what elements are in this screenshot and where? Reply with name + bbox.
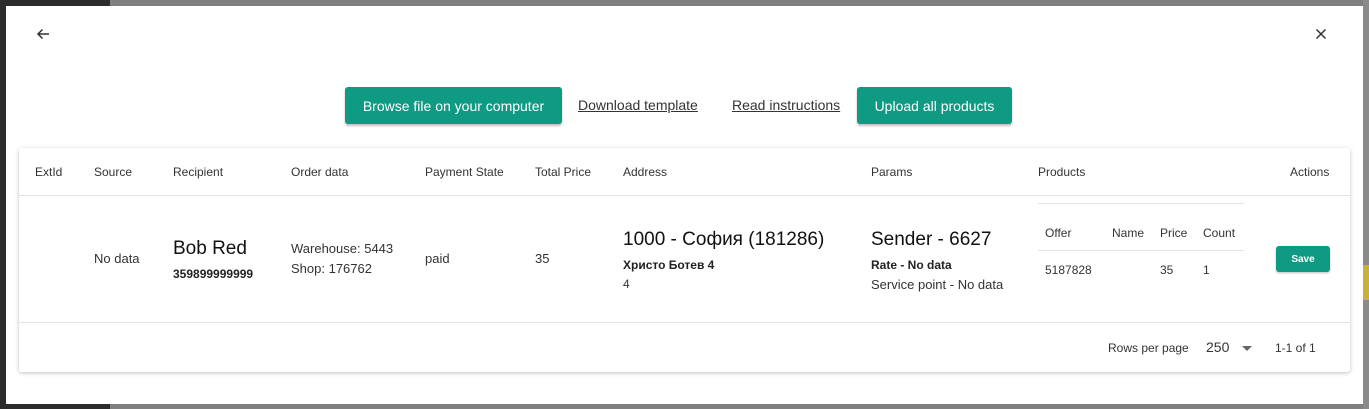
arrow-left-icon [36, 28, 49, 40]
close-button[interactable] [1307, 20, 1335, 48]
address-number: 4 [623, 277, 630, 291]
header-address: Address [623, 165, 668, 179]
save-button[interactable]: Save [1276, 246, 1330, 272]
header-divider [19, 195, 1350, 196]
import-dialog: Browse file on your computer Download te… [6, 6, 1363, 404]
header-extid: ExtId [35, 165, 63, 179]
products-top-divider [1038, 203, 1244, 204]
address-street: Христо Ботев 4 [623, 258, 715, 272]
products-header-price: Price [1160, 226, 1188, 240]
product-price: 35 [1160, 263, 1174, 277]
address-city: 1000 - София (181286) [623, 229, 825, 250]
products-header-count: Count [1203, 226, 1236, 240]
header-order-data: Order data [291, 165, 349, 179]
cell-payment-state: paid [425, 251, 450, 266]
pagination-range: 1-1 of 1 [1275, 341, 1316, 355]
cell-total-price: 35 [535, 251, 550, 266]
back-button[interactable] [29, 20, 57, 48]
products-header-divider [1038, 250, 1244, 251]
products-header-offer: Offer [1045, 226, 1072, 240]
recipient-phone: 359899999999 [173, 267, 254, 281]
background-accent [1363, 265, 1369, 300]
header-total-price: Total Price [535, 165, 592, 179]
browse-file-button[interactable]: Browse file on your computer [345, 87, 562, 124]
header-actions: Actions [1290, 165, 1330, 179]
cell-source: No data [94, 251, 140, 266]
orders-table: ExtId Source Recipient Order data Paymen… [19, 148, 1350, 372]
order-shop: Shop: 176762 [291, 261, 372, 276]
caret-down-icon [1242, 346, 1252, 351]
header-source: Source [94, 165, 133, 179]
recipient-name: Bob Red [173, 238, 247, 259]
read-instructions-link[interactable]: Read instructions [732, 97, 840, 113]
footer-divider [19, 322, 1350, 323]
params-rate: Rate - No data [871, 258, 952, 272]
rows-per-page-select[interactable]: 250 [1204, 336, 1256, 360]
download-template-link[interactable]: Download template [578, 97, 698, 113]
params-service-point: Service point - No data [871, 277, 1004, 292]
header-products: Products [1038, 165, 1086, 179]
product-offer: 5187828 [1045, 263, 1092, 277]
header-recipient: Recipient [173, 165, 224, 179]
header-payment-state: Payment State [425, 165, 504, 179]
order-warehouse: Warehouse: 5443 [291, 241, 394, 256]
header-params: Params [871, 165, 913, 179]
product-count: 1 [1203, 263, 1210, 277]
params-sender: Sender - 6627 [871, 229, 992, 250]
rows-per-page-label: Rows per page [1108, 341, 1189, 355]
products-header-name: Name [1112, 226, 1145, 240]
rows-per-page-value: 250 [1206, 339, 1230, 355]
background-edge [1363, 0, 1369, 409]
import-toolbar: Browse file on your computer Download te… [6, 87, 1363, 125]
close-icon [1315, 28, 1327, 40]
upload-all-products-button[interactable]: Upload all products [857, 87, 1012, 124]
